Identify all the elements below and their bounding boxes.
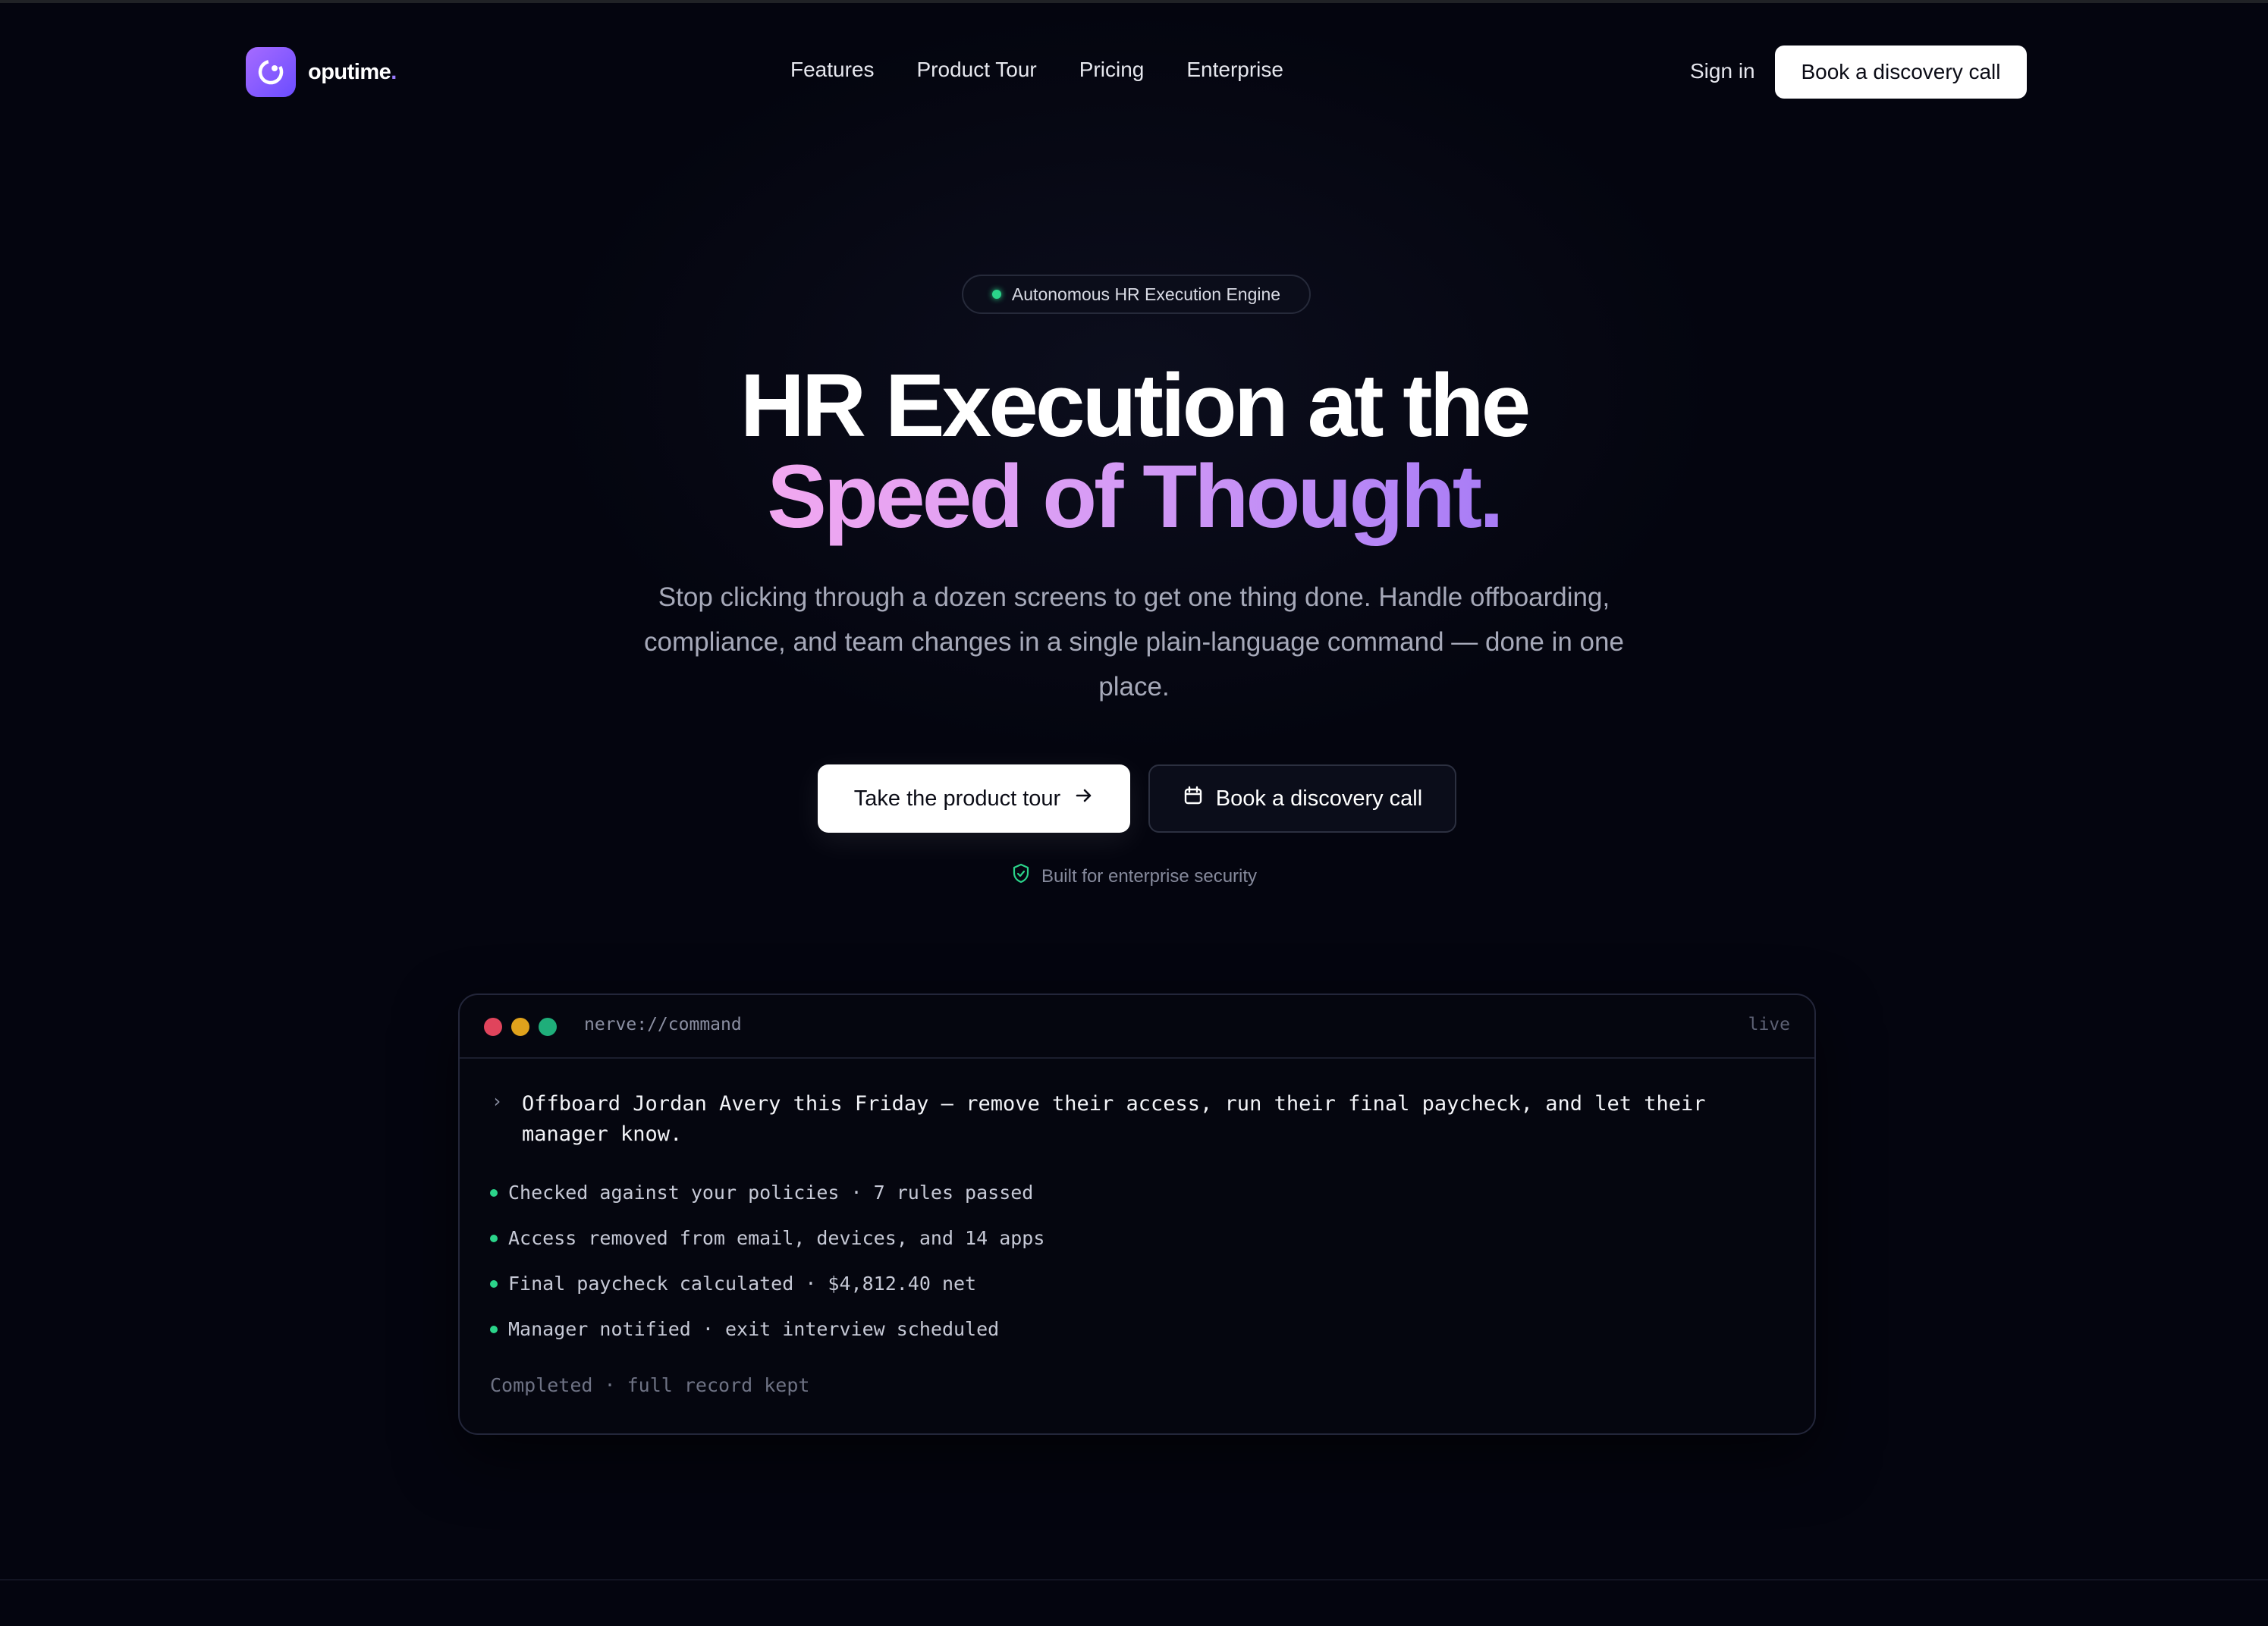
terminal-step: Final paycheck calculated · $4,812.40 ne…	[490, 1273, 976, 1295]
sign-in-link[interactable]: Sign in	[1690, 59, 1755, 83]
success-dot-icon	[490, 1234, 498, 1242]
terminal-step: Access removed from email, devices, and …	[490, 1227, 1044, 1249]
status-dot-icon	[991, 290, 1001, 299]
book-discovery-call-nav-button[interactable]: Book a discovery call	[1775, 46, 2027, 99]
window-maximize-dot-icon	[539, 1018, 557, 1036]
terminal-footer: Completed · full record kept	[490, 1374, 810, 1396]
success-dot-icon	[490, 1325, 498, 1333]
nav-link-enterprise[interactable]: Enterprise	[1186, 58, 1283, 82]
book-discovery-call-label: Book a discovery call	[1215, 786, 1423, 811]
brand-logo[interactable]: oputime.	[246, 47, 397, 97]
hero-title-line-2: Speed of Thought.	[767, 447, 1504, 547]
take-product-tour-label: Take the product tour	[853, 786, 1061, 811]
hero-subtitle: Stop clicking through a dozen screens to…	[644, 582, 1624, 702]
terminal-status: live	[1748, 1015, 1790, 1034]
calendar-icon	[1183, 785, 1204, 812]
arrow-right-icon	[1074, 786, 1094, 811]
terminal-step: Checked against your policies · 7 rules …	[490, 1182, 1033, 1204]
nav-link-features[interactable]: Features	[790, 58, 875, 82]
section-divider	[0, 1579, 2268, 1580]
nav-link-product-tour[interactable]: Product Tour	[917, 58, 1037, 82]
terminal-title-bar: nerve://command live	[460, 995, 1814, 1059]
hero-title-line-1: HR Execution at the	[740, 356, 1531, 456]
landing-page: oputime. Features Product Tour Pricing E…	[0, 0, 2268, 1626]
terminal-url: nerve://command	[584, 1015, 742, 1034]
terminal-step: Manager notified · exit interview schedu…	[490, 1318, 999, 1340]
window-minimize-dot-icon	[511, 1018, 529, 1036]
command-terminal: nerve://command live › Offboard Jordan A…	[458, 993, 1816, 1435]
terminal-command: Offboard Jordan Avery this Friday — remo…	[522, 1092, 1706, 1146]
success-dot-icon	[490, 1188, 498, 1197]
book-discovery-call-button[interactable]: Book a discovery call	[1148, 764, 1456, 833]
security-note: Built for enterprise security	[0, 863, 2268, 890]
brand-name: oputime.	[308, 59, 397, 84]
hero-badge: Autonomous HR Execution Engine	[962, 275, 1311, 314]
prompt-chevron-icon: ›	[492, 1091, 503, 1112]
security-note-label: Built for enterprise security	[1041, 865, 1258, 887]
hero-badge-label: Autonomous HR Execution Engine	[1011, 284, 1281, 304]
success-dot-icon	[490, 1279, 498, 1288]
take-product-tour-button[interactable]: Take the product tour	[818, 764, 1130, 833]
spark-circle-icon	[246, 47, 296, 97]
nav-link-pricing[interactable]: Pricing	[1079, 58, 1145, 82]
window-close-dot-icon	[484, 1018, 502, 1036]
top-navigation: oputime. Features Product Tour Pricing E…	[0, 3, 2268, 143]
shield-check-icon	[1011, 863, 1031, 890]
nav-links: Features Product Tour Pricing Enterprise	[790, 58, 1283, 82]
